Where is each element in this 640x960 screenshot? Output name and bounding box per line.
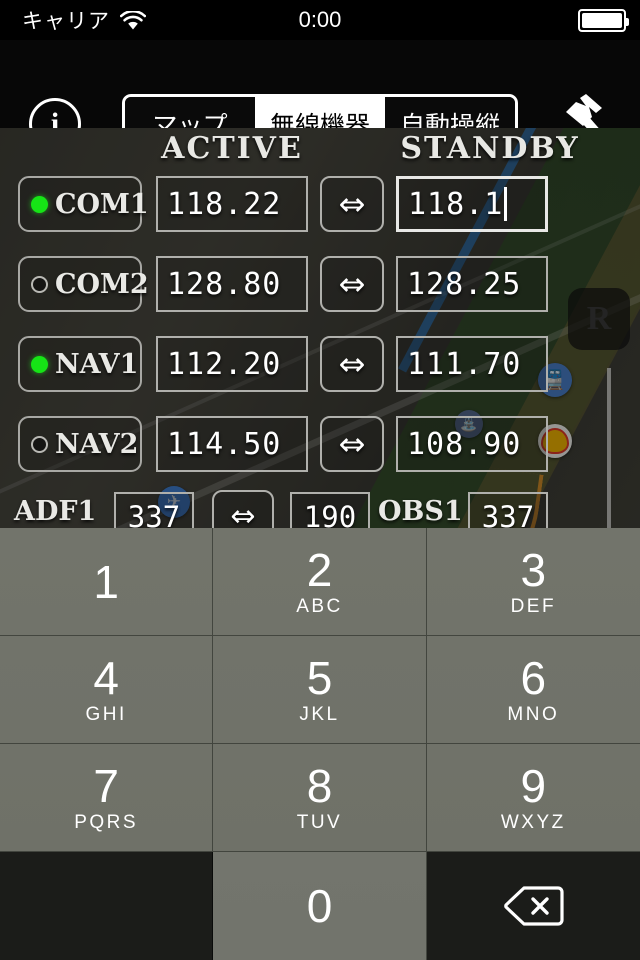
key-3-letters: DEF — [510, 595, 557, 617]
key-2-number: 2 — [306, 543, 333, 596]
key-8-number: 8 — [306, 759, 333, 812]
select-button-com1[interactable]: COM1 — [18, 176, 149, 232]
key-0-number: 0 — [306, 880, 333, 932]
swap-button-nav1[interactable]: ⇔ — [320, 336, 384, 392]
column-header-standby: STANDBY — [400, 131, 580, 166]
select-button-nav1[interactable]: NAV1 — [18, 336, 142, 392]
swap-button-nav2[interactable]: ⇔ — [320, 416, 384, 472]
adf-label: ADF1 — [14, 496, 97, 527]
active-indicator-nav1 — [31, 355, 48, 373]
radio-row-com1: COM1 118.22 ⇔ 118.1 — [0, 168, 640, 248]
column-header-active: ACTIVE — [161, 131, 303, 166]
key-9-letters: WXYZ — [500, 811, 566, 833]
key-2-letters: ABC — [296, 595, 343, 617]
key-5-number: 5 — [306, 651, 333, 704]
radio-label-com2: COM2 — [55, 268, 149, 300]
key-7[interactable]: 7 PQRS — [0, 744, 214, 852]
radio-label-com1: COM1 — [55, 188, 149, 220]
status-bar-time: 0:00 — [298, 7, 342, 32]
key-1[interactable]: 1 — [0, 528, 214, 636]
key-3-number: 3 — [520, 543, 547, 596]
active-frequency-nav1[interactable]: 112.20 — [156, 336, 308, 392]
active-frequency-nav2[interactable]: 114.50 — [156, 416, 308, 472]
radio-row-nav2: NAV2 114.50 ⇔ 108.90 — [0, 408, 640, 488]
key-blank — [0, 852, 214, 960]
key-5[interactable]: 5 JKL — [213, 636, 427, 744]
standby-frequency-nav2[interactable]: 108.90 — [396, 416, 548, 472]
standby-frequency-com2[interactable]: 128.25 — [396, 256, 548, 312]
radio-label-nav2: NAV2 — [55, 428, 139, 460]
key-4[interactable]: 4 GHI — [0, 636, 214, 744]
keypad-grid: 1 2 ABC 3 DEF 4 GHI 5 JKL 6 MNO 7 PQRS 8… — [0, 528, 640, 960]
obs-label: OBS1 — [378, 496, 463, 527]
select-button-nav2[interactable]: NAV2 — [18, 416, 142, 472]
nav-bar: i マップ 無線機器 自動操縦 — [0, 40, 640, 154]
status-bar: キャリア 0:00 — [0, 0, 640, 40]
key-7-letters: PQRS — [74, 811, 139, 833]
key-6-number: 6 — [520, 651, 547, 704]
swap-button-com1[interactable]: ⇔ — [320, 176, 384, 232]
radio-row-com2: COM2 128.80 ⇔ 128.25 — [0, 248, 640, 328]
key-8-letters: TUV — [296, 811, 343, 833]
adf-obs-row: ADF1 337 ⇔ 190 OBS1 337 — [0, 488, 640, 542]
battery-full-icon — [578, 8, 629, 32]
active-frequency-com1[interactable]: 118.22 — [156, 176, 308, 232]
standby-frequency-com1[interactable]: 118.1 — [396, 176, 548, 232]
key-7-number: 7 — [93, 759, 119, 812]
key-9[interactable]: 9 WXYZ — [426, 744, 640, 852]
key-9-number: 9 — [520, 759, 547, 812]
status-bar-right — [578, 0, 629, 40]
key-2[interactable]: 2 ABC — [213, 528, 427, 636]
key-6[interactable]: 6 MNO — [426, 636, 640, 744]
key-4-letters: GHI — [85, 703, 127, 725]
swap-button-com2[interactable]: ⇔ — [320, 256, 384, 312]
backspace-glyph — [502, 884, 564, 928]
active-frequency-com2[interactable]: 128.80 — [156, 256, 308, 312]
key-1-number: 1 — [93, 555, 119, 608]
app-screen: キャリア 0:00 i マップ 無線機器 自動操縦 🚆 ✈ ⛲ R ACTIVE… — [0, 0, 640, 960]
active-indicator-com2 — [31, 275, 48, 293]
key-6-letters: MNO — [507, 703, 560, 725]
radio-label-nav1: NAV1 — [55, 348, 139, 380]
standby-frequency-nav1[interactable]: 111.70 — [396, 336, 548, 392]
radio-panel: ACTIVE STANDBY COM1 118.22 ⇔ 118.1 COM2 … — [0, 128, 640, 542]
radio-row-nav1: NAV1 112.20 ⇔ 111.70 — [0, 328, 640, 408]
key-0[interactable]: 0 — [213, 852, 427, 960]
key-4-number: 4 — [93, 651, 119, 704]
key-8[interactable]: 8 TUV — [213, 744, 427, 852]
active-indicator-nav2 — [31, 435, 48, 453]
select-button-com2[interactable]: COM2 — [18, 256, 149, 312]
active-indicator-com1 — [31, 195, 48, 213]
backspace-delete-icon[interactable] — [426, 852, 640, 960]
text-cursor — [504, 187, 508, 221]
standby-frequency-com1-value: 118.1 — [408, 186, 504, 222]
numeric-keyboard: 1 2 ABC 3 DEF 4 GHI 5 JKL 6 MNO 7 PQRS 8… — [0, 528, 640, 960]
key-5-letters: JKL — [299, 703, 340, 725]
key-3[interactable]: 3 DEF — [426, 528, 640, 636]
